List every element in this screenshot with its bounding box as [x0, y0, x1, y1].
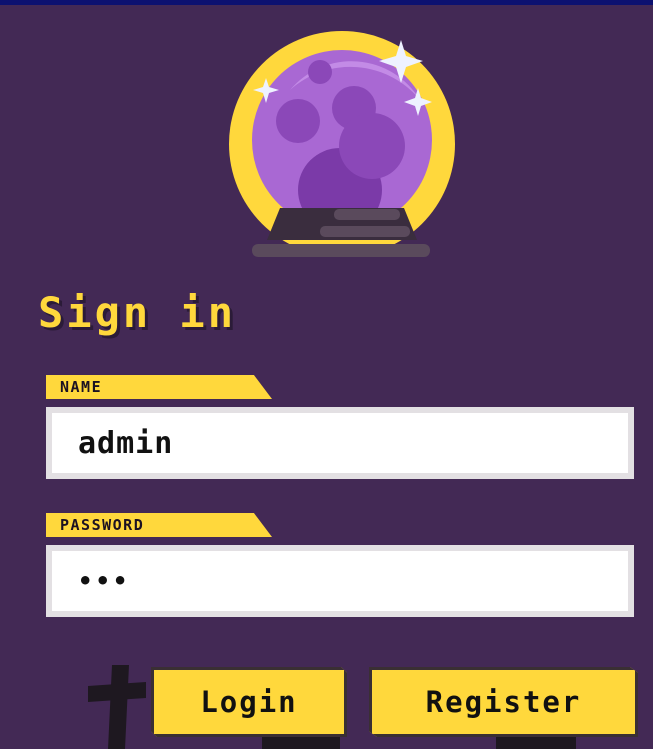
- name-label-text: NAME: [60, 378, 103, 396]
- page-title: Sign in: [38, 288, 237, 337]
- tombstone-shape: [262, 735, 340, 749]
- name-label: NAME: [46, 375, 272, 399]
- grave-cross-icon: [88, 665, 146, 749]
- password-label: PASSWORD: [46, 513, 272, 537]
- tombstone-shape: [496, 735, 576, 749]
- name-input[interactable]: [46, 407, 634, 479]
- register-button[interactable]: Register: [369, 667, 638, 737]
- top-bar: [0, 0, 653, 5]
- crystal-ball-icon: [229, 31, 455, 257]
- password-label-text: PASSWORD: [60, 516, 145, 534]
- password-input[interactable]: [46, 545, 634, 617]
- login-button[interactable]: Login: [151, 667, 347, 737]
